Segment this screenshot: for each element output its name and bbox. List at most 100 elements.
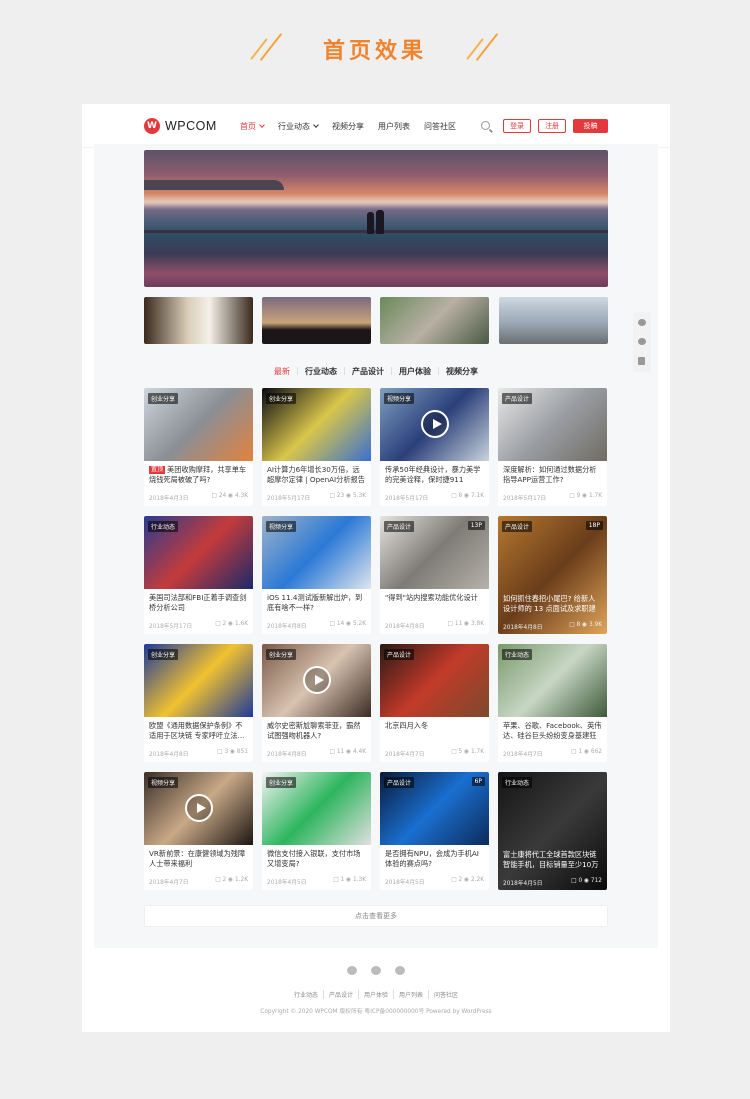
post-category-badge[interactable]: 创业分享 bbox=[266, 777, 297, 788]
post-category-badge[interactable]: 行业动态 bbox=[502, 649, 533, 660]
post-card[interactable]: 产品设计 6P 是否拥有NPU，会成为手机AI体验的赛点吗? 2018年4月5日 □ 2… bbox=[380, 772, 489, 890]
post-card[interactable]: 视频分享传承50年经典设计，暴力美学的完美诠释，保时捷911 Targa 4 G… bbox=[380, 388, 489, 506]
footer-link[interactable]: 问答社区 bbox=[429, 990, 463, 999]
thumbnail-1[interactable] bbox=[144, 297, 253, 344]
post-title[interactable]: 传承50年经典设计，暴力美学的完美诠释，保时捷911 Targa 4 GTS bbox=[385, 465, 484, 485]
post-category-badge[interactable]: 行业动态 bbox=[148, 521, 179, 532]
post-category-badge[interactable]: 创业分享 bbox=[266, 393, 297, 404]
play-icon[interactable] bbox=[421, 410, 449, 438]
tab-1[interactable]: 行业动态 bbox=[305, 366, 337, 377]
site-logo[interactable]: W WPCOM bbox=[144, 118, 217, 134]
play-icon[interactable] bbox=[303, 666, 331, 694]
footer-social bbox=[82, 966, 670, 975]
post-title[interactable]: 富士康将代工全球首款区块链智能手机，目标销量至少10万 bbox=[503, 850, 602, 870]
post-title[interactable]: 威尔史密斯尬聊索菲亚，霸然试图强吻机器人? bbox=[267, 721, 366, 741]
post-card[interactable]: 产品设计 18P 如何抓住春招小尾巴? 给新人设计师的 13 点面试及求职建议 201… bbox=[498, 516, 607, 634]
post-card[interactable]: 视频分享 iOS 11.4测试版新解出炉，到底有啥不一样? 2018年4月8日 □ 1… bbox=[262, 516, 371, 634]
post-title[interactable]: VR新前景：在康健领域为残障人士带来福利 bbox=[149, 849, 248, 869]
post-title[interactable]: 置顶 美团收购摩拜，共享单车烧钱死局被破了吗? bbox=[149, 465, 248, 485]
comment-icon: □ bbox=[451, 493, 459, 499]
load-more-button[interactable]: 点击查看更多 bbox=[144, 905, 608, 927]
hero-slider-image[interactable] bbox=[144, 150, 608, 287]
post-category-badge[interactable]: 产品设计 bbox=[384, 521, 415, 532]
post-card[interactable]: 创业分享威尔史密斯尬聊索菲亚，霸然试图强吻机器人? 2018年4月8日 □ 11 ◉… bbox=[262, 644, 371, 762]
post-category-badge[interactable]: 视频分享 bbox=[148, 777, 179, 788]
post-title[interactable]: AI计算力6年增长30万倍，远超摩尔定律 | OpenAI分析报告 bbox=[267, 465, 366, 485]
post-title[interactable]: iOS 11.4测试版新解出炉，到底有啥不一样? bbox=[267, 593, 366, 613]
wechat-icon[interactable] bbox=[638, 338, 646, 345]
tab-2[interactable]: 产品设计 bbox=[352, 366, 384, 377]
thumbnail-4[interactable] bbox=[499, 297, 608, 344]
post-stats: □ 23 ◉ 5.3K bbox=[329, 493, 367, 499]
share-icon[interactable] bbox=[638, 357, 645, 365]
post-card[interactable]: 产品设计 北京四月入冬 2018年4月7日 □ 5 ◉ 1.7K bbox=[380, 644, 489, 762]
tab-0[interactable]: 最新 bbox=[274, 366, 290, 377]
post-card[interactable]: 创业分享 AI计算力6年增长30万倍，远超摩尔定律 | OpenAI分析报告 201… bbox=[262, 388, 371, 506]
comment-count: 5 bbox=[458, 749, 463, 755]
post-category-badge[interactable]: 视频分享 bbox=[266, 521, 297, 532]
footer-link[interactable]: 用户体验 bbox=[359, 990, 394, 999]
post-card[interactable]: 产品设计 13P "得到"站内搜索功能优化设计 2018年4月8日 □ 11 ◉ 3.8… bbox=[380, 516, 489, 634]
tab-3[interactable]: 用户体验 bbox=[399, 366, 431, 377]
post-title[interactable]: 深度解析：如何通过数据分析指导APP运营工作? bbox=[503, 465, 602, 485]
post-title[interactable]: 苹果、谷歌、Facebook、英伟达、硅谷巨头纷纷变身基建狂魔 bbox=[503, 721, 602, 741]
post-card[interactable]: 产品设计 深度解析：如何通过数据分析指导APP运营工作? 2018年5月17日 □ 9… bbox=[498, 388, 607, 506]
search-icon[interactable] bbox=[481, 121, 490, 130]
post-stats: □ 2 ◉ 2.2K bbox=[451, 877, 484, 883]
play-icon[interactable] bbox=[185, 794, 213, 822]
post-category-badge[interactable]: 视频分享 bbox=[384, 393, 415, 404]
thumbnail-3[interactable] bbox=[380, 297, 489, 344]
post-category-badge[interactable]: 产品设计 bbox=[384, 777, 415, 788]
post-stats: □ 11 ◉ 4.4K bbox=[329, 749, 367, 755]
nav-item-0[interactable]: 首页 bbox=[240, 121, 265, 132]
post-card[interactable]: 行业动态 美国司法部和FBI正着手调查剑桥分析公司 2018年5月17日 □ 2 ◉ … bbox=[144, 516, 253, 634]
post-card[interactable]: 创业分享 置顶 美团收购摩拜，共享单车烧钱死局被破了吗? 2018年4月3日 □ 24 … bbox=[144, 388, 253, 506]
wechat-icon[interactable] bbox=[347, 966, 357, 975]
post-category-badge[interactable]: 创业分享 bbox=[266, 649, 297, 660]
view-count: 851 bbox=[236, 749, 248, 755]
showcase-banner: 首页效果 bbox=[0, 0, 750, 96]
post-category-badge[interactable]: 产品设计 bbox=[502, 521, 533, 532]
post-category-badge[interactable]: 行业动态 bbox=[502, 777, 533, 788]
nav-item-3[interactable]: 用户列表 bbox=[378, 121, 410, 132]
post-card[interactable]: 视频分享 VR新前景：在康健领域为残障人士带来福利 2018年4月7日 □ 2 ◉ 1… bbox=[144, 772, 253, 890]
post-title[interactable]: 美国司法部和FBI正着手调查剑桥分析公司 bbox=[149, 593, 248, 613]
tab-divider bbox=[297, 367, 298, 375]
weibo-icon[interactable] bbox=[371, 966, 381, 975]
post-category-badge[interactable]: 产品设计 bbox=[384, 649, 415, 660]
view-count: 1.3K bbox=[352, 877, 366, 883]
post-button[interactable]: 投稿 bbox=[573, 119, 608, 133]
post-title[interactable]: 是否拥有NPU，会成为手机AI体验的赛点吗? bbox=[385, 849, 484, 869]
login-button[interactable]: 登录 bbox=[503, 119, 531, 133]
nav-item-4[interactable]: 问答社区 bbox=[424, 121, 456, 132]
comment-icon: □ bbox=[215, 621, 223, 627]
post-category-badge[interactable]: 创业分享 bbox=[148, 393, 179, 404]
location-icon[interactable] bbox=[395, 966, 405, 975]
post-thumbnail[interactable] bbox=[498, 516, 607, 634]
tab-4[interactable]: 视频分享 bbox=[446, 366, 478, 377]
comment-icon[interactable] bbox=[638, 319, 646, 326]
comment-count: 2 bbox=[458, 877, 463, 883]
post-card[interactable]: 行业动态 富士康将代工全球首款区块链智能手机，目标销量至少10万 2018年4月5日… bbox=[498, 772, 607, 890]
post-title[interactable]: 欧盟《通用数据保护条例》不适用于区块链 专家呼吁立法... bbox=[149, 721, 248, 741]
post-title[interactable]: 微信支付接入银联，支付市场又增变局? bbox=[267, 849, 366, 869]
post-title[interactable]: "得到"站内搜索功能优化设计 bbox=[385, 593, 484, 603]
nav-item-2[interactable]: 视频分享 bbox=[332, 121, 364, 132]
post-card[interactable]: 创业分享 欧盟《通用数据保护条例》不适用于区块链 专家呼吁立法... 2018年4月… bbox=[144, 644, 253, 762]
footer-link[interactable]: 产品设计 bbox=[324, 990, 359, 999]
register-button[interactable]: 注册 bbox=[538, 119, 566, 133]
post-category-badge[interactable]: 产品设计 bbox=[502, 393, 533, 404]
thumbnail-2[interactable] bbox=[262, 297, 371, 344]
post-card[interactable]: 行业动态苹果、谷歌、Facebook、英伟达、硅谷巨头纷纷变身基建狂魔 2018年… bbox=[498, 644, 607, 762]
post-card[interactable]: 创业分享 微信支付接入银联，支付市场又增变局? 2018年4月5日 □ 1 ◉ 1.3… bbox=[262, 772, 371, 890]
post-date: 2018年5月17日 bbox=[385, 496, 429, 502]
post-title[interactable]: 如何抓住春招小尾巴? 给新人设计师的 13 点面试及求职建议 bbox=[503, 594, 602, 614]
post-category-badge[interactable]: 创业分享 bbox=[148, 649, 179, 660]
nav-item-1[interactable]: 行业动态 bbox=[278, 121, 319, 132]
post-meta: 2018年4月8日 □ 11 ◉ 4.4K bbox=[267, 749, 366, 758]
post-title[interactable]: 北京四月入冬 bbox=[385, 721, 484, 731]
post-thumbnail[interactable] bbox=[498, 772, 607, 890]
footer-link[interactable]: 用户列表 bbox=[394, 990, 430, 999]
comment-count: 8 bbox=[576, 622, 581, 628]
footer-link[interactable]: 行业动态 bbox=[289, 990, 324, 999]
